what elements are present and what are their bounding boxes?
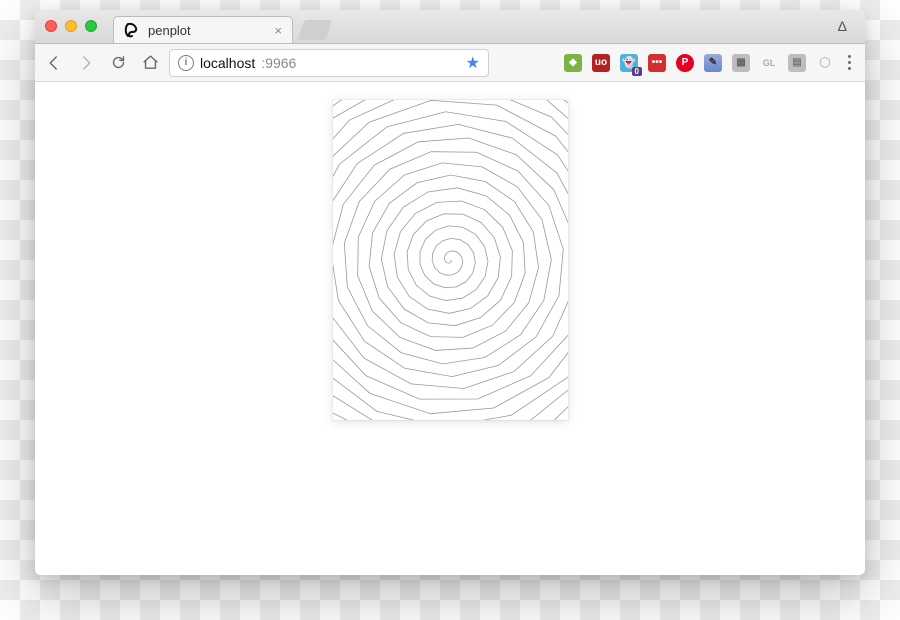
- circle-extension-icon[interactable]: ◯: [816, 54, 834, 72]
- spiral-plot-icon: [333, 100, 568, 420]
- tab-title: penplot: [148, 23, 191, 38]
- grid-extension-icon[interactable]: ▦: [732, 54, 750, 72]
- favicon-icon: [124, 22, 140, 38]
- close-window-button[interactable]: [45, 20, 57, 32]
- gl-extension-icon[interactable]: GL: [760, 54, 778, 72]
- android-extension-icon[interactable]: ◆: [564, 54, 582, 72]
- extension-icons: ◆ uo 👻 0 ••• P ✎ ▦ GL ▤ ◯: [564, 54, 855, 72]
- home-button[interactable]: [141, 54, 159, 72]
- chrome-menu-button[interactable]: [844, 55, 855, 70]
- close-tab-icon[interactable]: ×: [274, 23, 282, 38]
- window-controls: [45, 20, 97, 32]
- lastpass-extension-icon[interactable]: •••: [648, 54, 666, 72]
- bookmark-star-icon[interactable]: ★: [466, 53, 480, 73]
- forward-button[interactable]: [77, 54, 95, 72]
- tab-bar: penplot × Δ: [35, 10, 865, 44]
- ghostery-extension-icon[interactable]: 👻 0: [620, 54, 638, 72]
- pinterest-extension-icon[interactable]: P: [676, 54, 694, 72]
- toolbar: i localhost :9966 ★ ◆ uo 👻 0 ••• P ✎ ▦ GL…: [35, 44, 865, 82]
- url-port: :9966: [261, 55, 296, 71]
- tabs: penplot ×: [113, 10, 329, 43]
- penplot-canvas: [333, 100, 568, 420]
- back-button[interactable]: [45, 54, 63, 72]
- tab-penplot[interactable]: penplot ×: [113, 16, 293, 43]
- fullscreen-window-button[interactable]: [85, 20, 97, 32]
- notes-extension-icon[interactable]: ▤: [788, 54, 806, 72]
- nav-controls: [45, 54, 159, 72]
- eyedropper-extension-icon[interactable]: ✎: [704, 54, 722, 72]
- minimize-window-button[interactable]: [65, 20, 77, 32]
- reload-button[interactable]: [109, 54, 127, 72]
- address-bar[interactable]: i localhost :9966 ★: [169, 49, 489, 77]
- new-tab-button[interactable]: [298, 20, 332, 40]
- browser-window: penplot × Δ i localhost :9966 ★: [35, 10, 865, 575]
- url-host: localhost: [200, 55, 255, 71]
- profile-indicator-icon[interactable]: Δ: [838, 18, 847, 34]
- page-viewport: [35, 82, 865, 575]
- ghostery-badge: 0: [632, 67, 642, 76]
- site-info-icon[interactable]: i: [178, 55, 194, 71]
- ublock-extension-icon[interactable]: uo: [592, 54, 610, 72]
